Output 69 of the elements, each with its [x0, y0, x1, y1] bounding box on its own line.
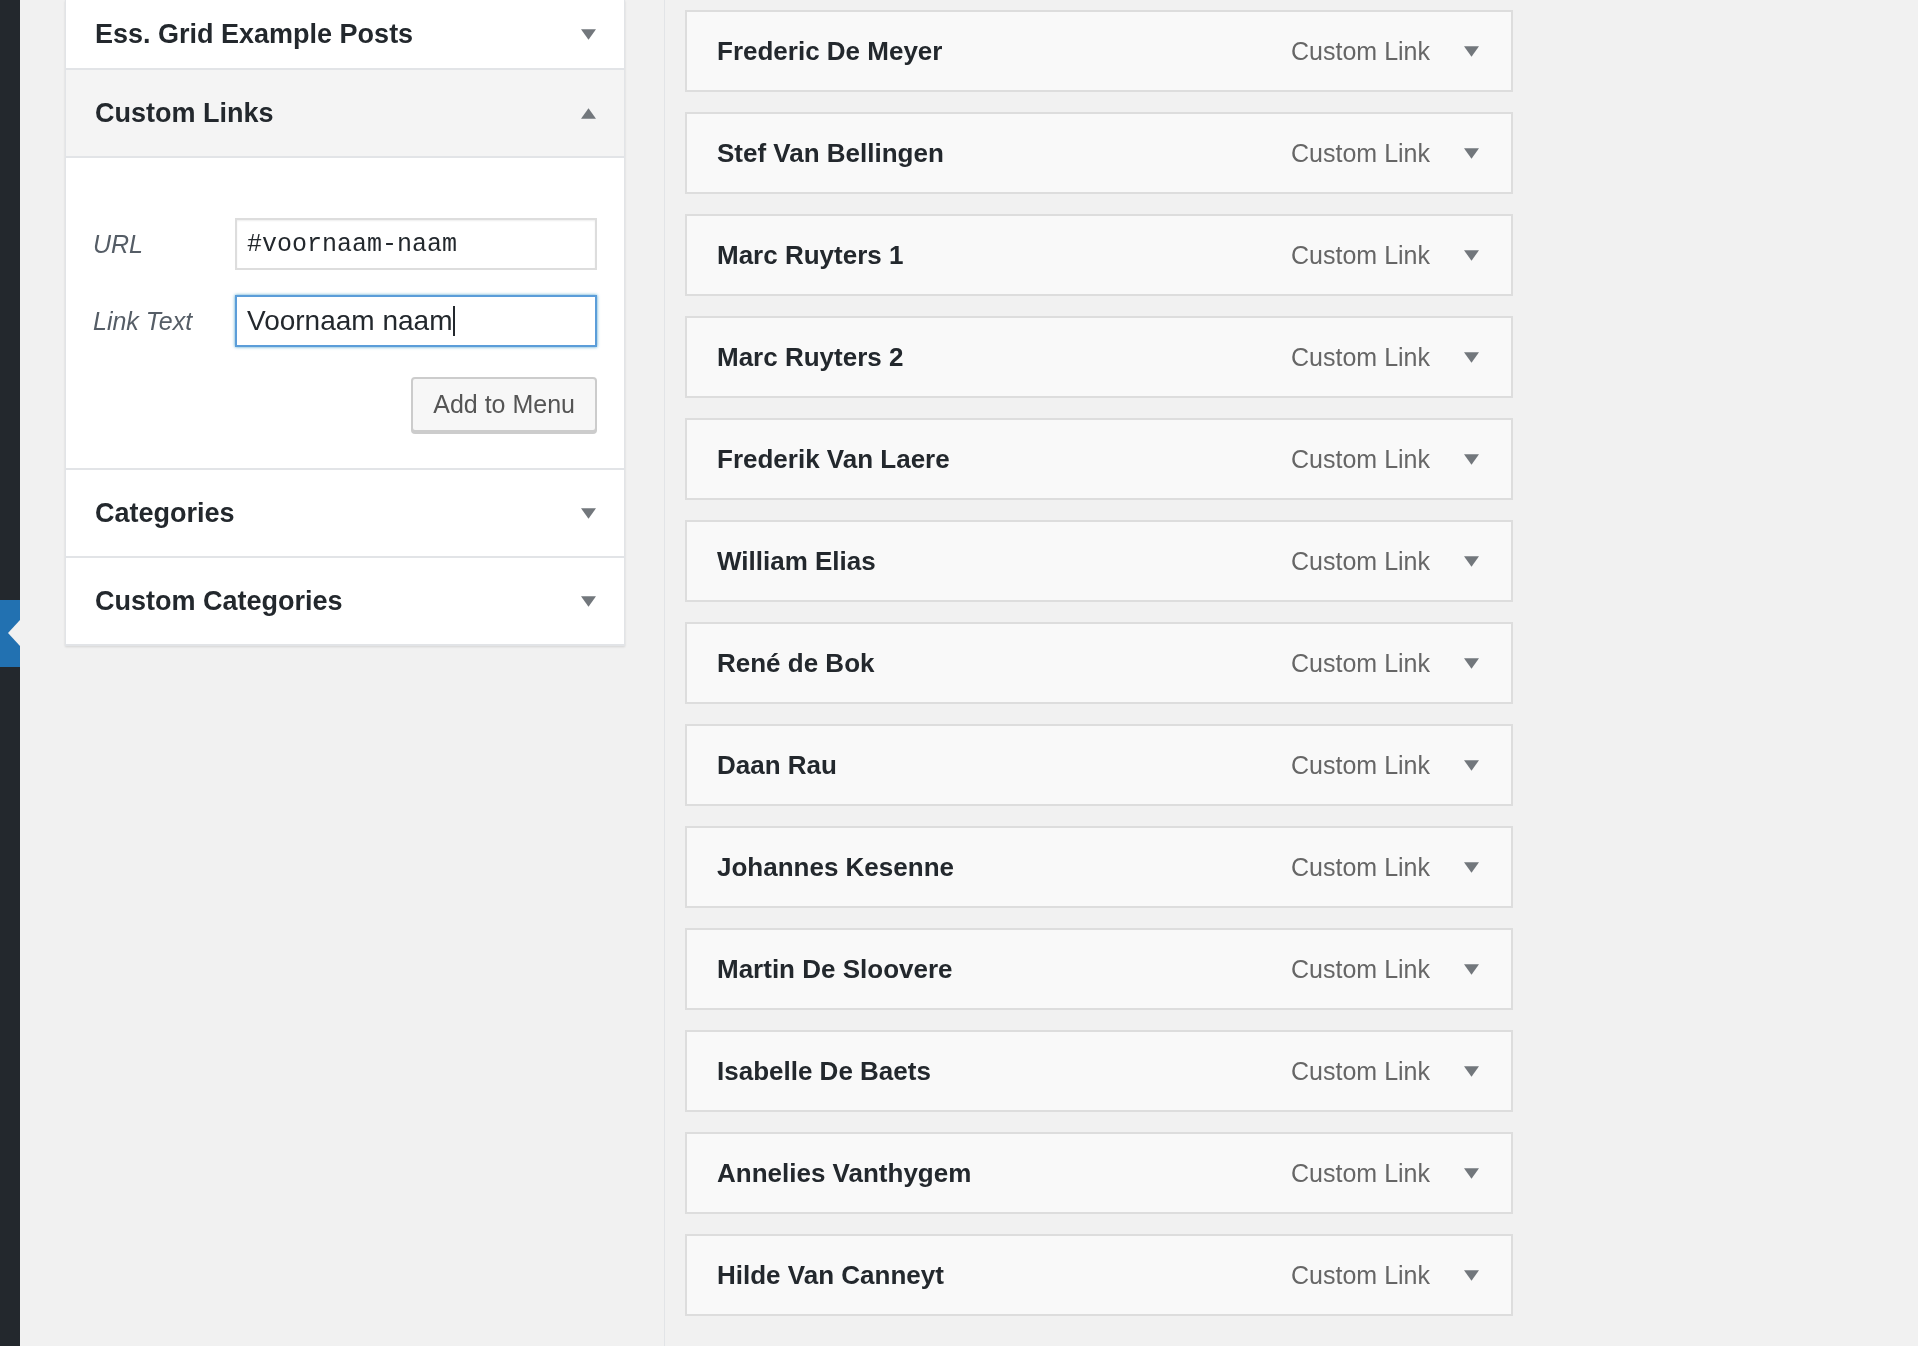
menu-item-type: Custom Link — [1291, 1260, 1430, 1290]
expand-arrow-icon[interactable] — [1464, 1167, 1479, 1179]
link-text-label: Link Text — [93, 306, 194, 336]
menu-item-type: Custom Link — [1291, 138, 1430, 168]
menu-item-card[interactable]: Frederik Van Laere Custom Link — [685, 418, 1513, 500]
menu-item-type: Custom Link — [1291, 36, 1430, 66]
url-label: URL — [93, 229, 144, 259]
menu-item-type: Custom Link — [1291, 852, 1430, 882]
menu-item-type: Custom Link — [1291, 648, 1430, 678]
accordion-section-header[interactable]: Ess. Grid Example Posts — [66, 0, 624, 70]
expand-arrow-icon[interactable] — [1464, 45, 1479, 57]
menu-item-title: Annelies Vanthygem — [717, 1157, 973, 1189]
expand-arrow-icon[interactable] — [581, 507, 596, 519]
link-text-field[interactable]: Voornaam naam — [235, 295, 597, 347]
expand-arrow-icon[interactable] — [1464, 759, 1479, 771]
menu-item-card[interactable]: William Elias Custom Link — [685, 520, 1513, 602]
accordion-section-header[interactable]: Custom Links — [66, 70, 624, 158]
menu-item-title: Hilde Van Canneyt — [717, 1259, 945, 1291]
add-to-menu-button[interactable]: Add to Menu — [411, 377, 597, 432]
url-field[interactable]: #voornaam-naam — [235, 218, 597, 270]
menu-item-title: Stef Van Bellingen — [717, 137, 945, 169]
expand-arrow-icon[interactable] — [1464, 1065, 1479, 1077]
menu-item-type: Custom Link — [1291, 240, 1430, 270]
menu-item-card[interactable]: Stef Van Bellingen Custom Link — [685, 112, 1513, 194]
expand-arrow-icon[interactable] — [1464, 657, 1479, 669]
menu-item-card[interactable]: Marc Ruyters 2 Custom Link — [685, 316, 1513, 398]
menu-item-card[interactable]: Frederic De Meyer Custom Link — [685, 10, 1513, 92]
menu-item-title: Johannes Kesenne — [717, 851, 955, 883]
collapse-arrow-icon[interactable] — [581, 107, 596, 119]
accordion-section-header[interactable]: Custom Categories — [66, 558, 624, 646]
menu-item-type: Custom Link — [1291, 1158, 1430, 1188]
menu-item-card[interactable]: René de Bok Custom Link — [685, 622, 1513, 704]
menu-item-title: Martin De Sloovere — [717, 953, 954, 985]
menu-item-title: Frederik Van Laere — [717, 443, 951, 475]
menu-item-type: Custom Link — [1291, 1056, 1430, 1086]
expand-arrow-icon[interactable] — [1464, 249, 1479, 261]
expand-arrow-icon[interactable] — [1464, 351, 1479, 363]
menu-item-type: Custom Link — [1291, 954, 1430, 984]
menu-item-title: Frederic De Meyer — [717, 35, 944, 67]
menu-item-card[interactable]: Isabelle De Baets Custom Link — [685, 1030, 1513, 1112]
menu-item-title: Daan Rau — [717, 749, 838, 781]
menu-item-title: Marc Ruyters 1 — [717, 239, 905, 271]
expand-arrow-icon[interactable] — [581, 28, 596, 40]
menu-item-title: Isabelle De Baets — [717, 1055, 932, 1087]
menu-item-card[interactable]: Hilde Van Canneyt Custom Link — [685, 1234, 1513, 1316]
section-title: Categories — [95, 497, 235, 529]
expand-arrow-icon[interactable] — [1464, 555, 1479, 567]
menu-item-card[interactable]: Johannes Kesenne Custom Link — [685, 826, 1513, 908]
menu-item-card[interactable]: Marc Ruyters 1 Custom Link — [685, 214, 1513, 296]
menu-item-type: Custom Link — [1291, 444, 1430, 474]
menu-item-card[interactable]: Daan Rau Custom Link — [685, 724, 1513, 806]
menu-item-title: William Elias — [717, 545, 877, 577]
section-title: Ess. Grid Example Posts — [95, 18, 414, 50]
menu-item-type: Custom Link — [1291, 546, 1430, 576]
accordion-section-header[interactable]: Categories — [66, 470, 624, 558]
section-title: Custom Categories — [95, 585, 343, 617]
expand-arrow-icon[interactable] — [581, 595, 596, 607]
expand-arrow-icon[interactable] — [1464, 963, 1479, 975]
menu-item-type: Custom Link — [1291, 750, 1430, 780]
section-title: Custom Links — [95, 97, 274, 129]
menu-item-card[interactable]: Annelies Vanthygem Custom Link — [685, 1132, 1513, 1214]
menu-item-card[interactable]: Martin De Sloovere Custom Link — [685, 928, 1513, 1010]
expand-arrow-icon[interactable] — [1464, 453, 1479, 465]
expand-arrow-icon[interactable] — [1464, 1269, 1479, 1281]
menu-item-type: Custom Link — [1291, 342, 1430, 372]
expand-arrow-icon[interactable] — [1464, 147, 1479, 159]
expand-arrow-icon[interactable] — [1464, 861, 1479, 873]
menu-item-title: René de Bok — [717, 647, 876, 679]
menu-item-title: Marc Ruyters 2 — [717, 341, 905, 373]
